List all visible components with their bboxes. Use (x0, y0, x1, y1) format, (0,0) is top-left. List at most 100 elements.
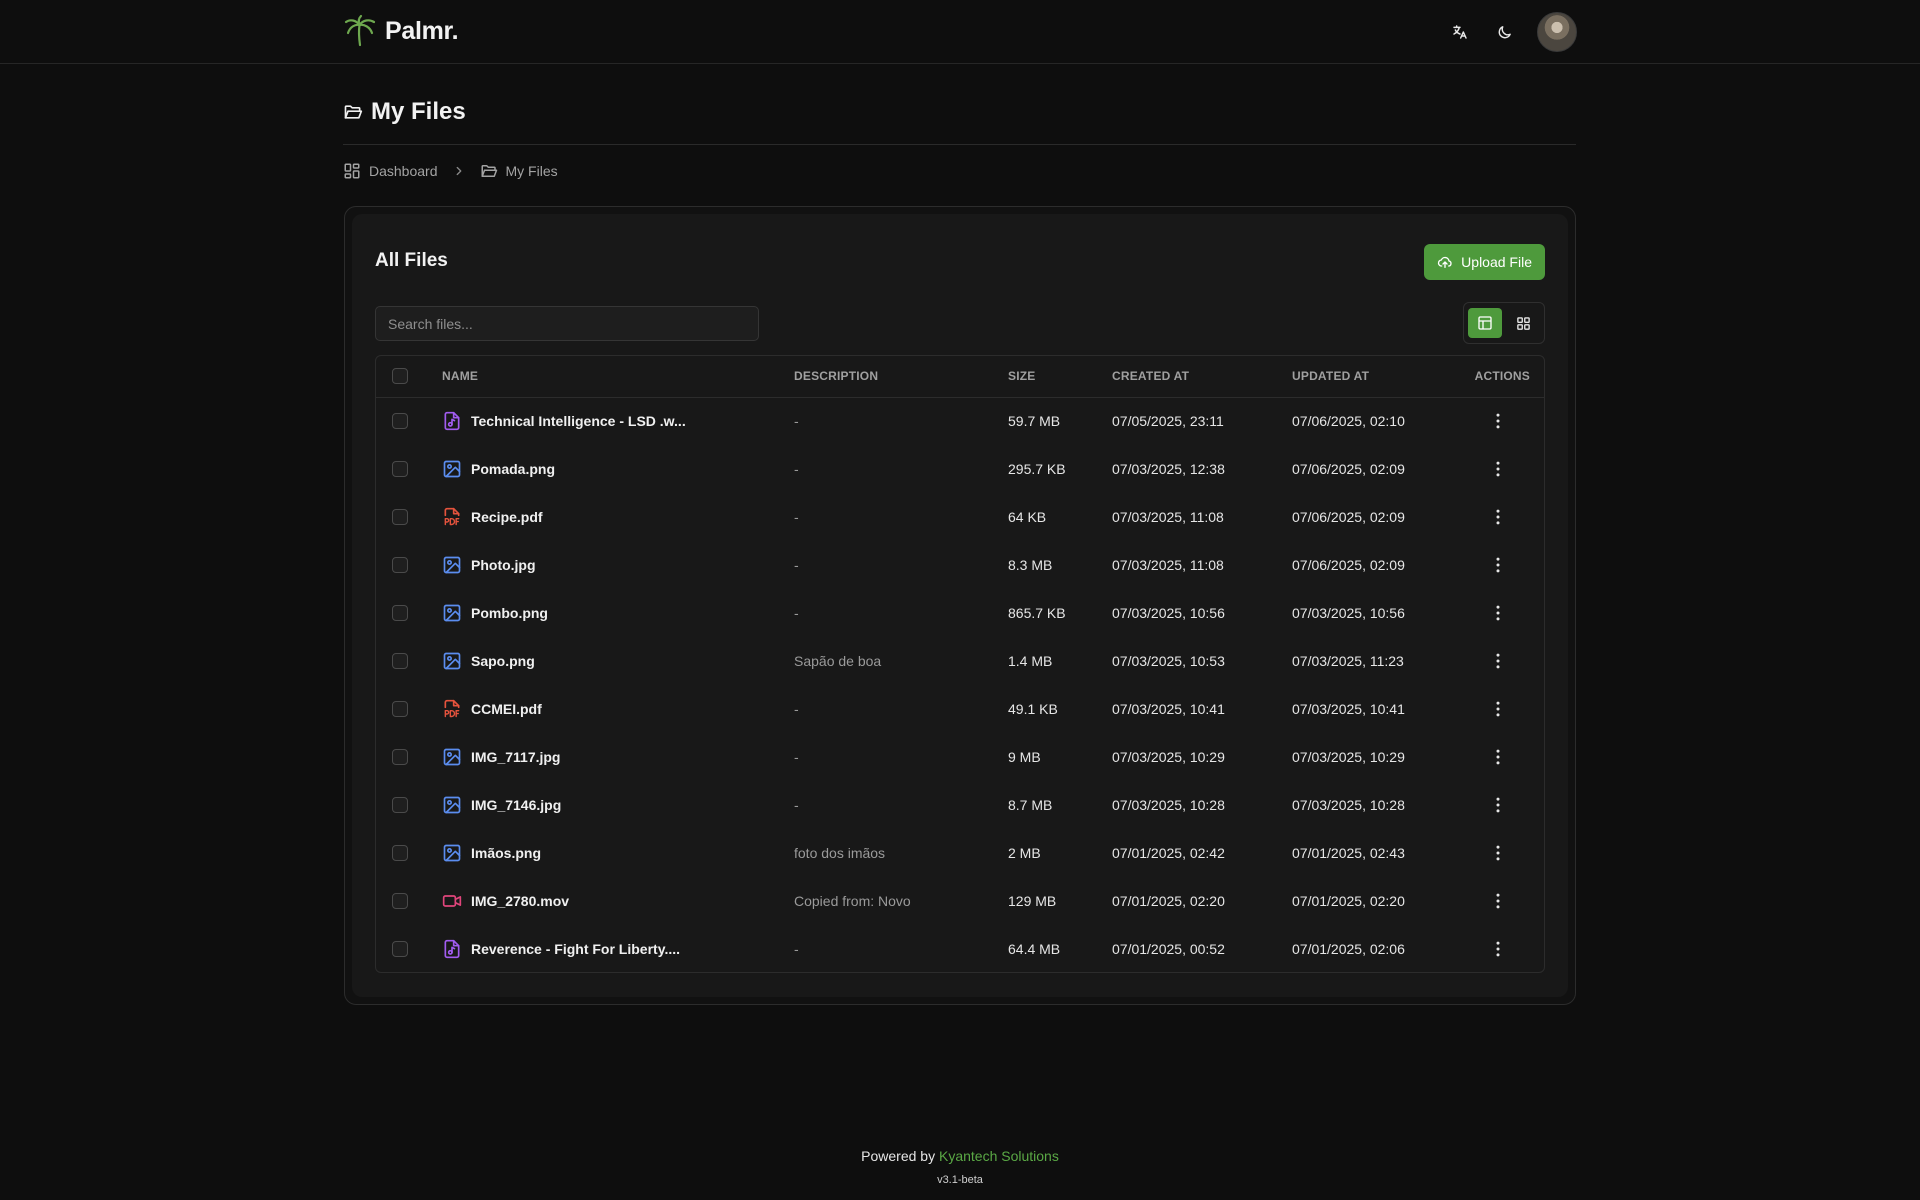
file-name: Pombo.png (471, 605, 548, 621)
more-vertical-icon[interactable] (1452, 411, 1544, 431)
more-vertical-icon[interactable] (1452, 603, 1544, 623)
column-header-size[interactable]: SIZE (1008, 356, 1112, 398)
brand[interactable]: Palmr. (343, 14, 459, 48)
table-row[interactable]: Technical Intelligence - LSD .w... - 59.… (376, 397, 1544, 445)
file-name-cell[interactable]: Recipe.pdf (442, 493, 794, 541)
company-link[interactable]: Kyantech Solutions (939, 1148, 1059, 1164)
row-actions-cell (1452, 589, 1544, 637)
table-icon (1477, 315, 1493, 331)
row-select-cell (376, 925, 442, 972)
table-view-button[interactable] (1468, 308, 1502, 338)
file-name-cell[interactable]: CCMEI.pdf (442, 685, 794, 733)
row-checkbox[interactable] (392, 701, 408, 717)
file-audio-icon (442, 411, 462, 431)
row-checkbox[interactable] (392, 893, 408, 909)
table-row[interactable]: Pombo.png - 865.7 KB 07/03/2025, 10:56 0… (376, 589, 1544, 637)
more-vertical-icon[interactable] (1452, 795, 1544, 815)
file-name: Imãos.png (471, 845, 542, 861)
table-row[interactable]: Reverence - Fight For Liberty.... - 64.4… (376, 925, 1544, 972)
row-checkbox[interactable] (392, 461, 408, 477)
table-row[interactable]: Recipe.pdf - 64 KB 07/03/2025, 11:08 07/… (376, 493, 1544, 541)
header-actions (1449, 12, 1577, 52)
row-checkbox[interactable] (392, 605, 408, 621)
more-vertical-icon[interactable] (1452, 939, 1544, 959)
file-updated-at: 07/01/2025, 02:20 (1292, 893, 1405, 909)
brand-name: Palmr. (385, 16, 459, 45)
column-header-name[interactable]: NAME (442, 356, 794, 398)
file-name-cell[interactable]: Technical Intelligence - LSD .w... (442, 397, 794, 445)
column-header-updated[interactable]: UPDATED AT (1292, 356, 1452, 398)
select-all-checkbox[interactable] (392, 368, 408, 385)
file-created-at: 07/01/2025, 00:52 (1112, 941, 1225, 957)
file-updated-at: 07/06/2025, 02:10 (1292, 413, 1405, 430)
file-image-icon (442, 603, 462, 623)
moon-icon[interactable] (1493, 21, 1515, 43)
file-name-cell[interactable]: Reverence - Fight For Liberty.... (442, 925, 794, 972)
file-name-cell[interactable]: Pombo.png (442, 589, 794, 637)
table-row[interactable]: Pomada.png - 295.7 KB 07/03/2025, 12:38 … (376, 445, 1544, 493)
table-row[interactable]: Sapo.png Sapão de boa 1.4 MB 07/03/2025,… (376, 637, 1544, 685)
page-title: My Files (343, 98, 466, 126)
translate-icon[interactable] (1449, 21, 1471, 43)
file-name-cell[interactable]: Sapo.png (442, 637, 794, 685)
file-name: Pomada.png (471, 461, 556, 477)
avatar[interactable] (1537, 12, 1577, 52)
file-image-icon (442, 843, 462, 863)
folder-open-icon (480, 162, 498, 180)
row-select-cell (376, 829, 442, 877)
file-pdf-icon (442, 699, 462, 719)
more-vertical-icon[interactable] (1452, 507, 1544, 527)
file-name-cell[interactable]: Photo.jpg (442, 541, 794, 589)
column-header-created[interactable]: CREATED AT (1112, 356, 1292, 398)
files-card: All Files Upload File Search files... NA… (344, 206, 1576, 1005)
row-checkbox[interactable] (392, 557, 408, 573)
file-created-at: 07/03/2025, 11:08 (1112, 509, 1224, 525)
more-vertical-icon[interactable] (1452, 747, 1544, 767)
search-input[interactable] (375, 306, 759, 341)
row-checkbox[interactable] (392, 797, 408, 813)
more-vertical-icon[interactable] (1452, 891, 1544, 911)
row-checkbox[interactable] (392, 845, 408, 861)
breadcrumb-dashboard[interactable]: Dashboard (343, 162, 438, 180)
file-name-cell[interactable]: IMG_7117.jpg (442, 733, 794, 781)
row-checkbox[interactable] (392, 749, 408, 765)
more-vertical-icon[interactable] (1452, 651, 1544, 671)
row-actions-cell (1452, 877, 1544, 925)
file-name-cell[interactable]: Imãos.png (442, 829, 794, 877)
upload-file-button[interactable]: Upload File (1424, 244, 1545, 280)
file-name: Technical Intelligence - LSD .w... (471, 413, 686, 430)
file-description: foto dos imãos (794, 845, 886, 861)
file-name-cell[interactable]: IMG_2780.mov (442, 877, 794, 925)
file-name-cell[interactable]: IMG_7146.jpg (442, 781, 794, 829)
more-vertical-icon[interactable] (1452, 699, 1544, 719)
version-label: v3.1-beta (937, 1174, 983, 1186)
table-row[interactable]: IMG_7117.jpg - 9 MB 07/03/2025, 10:29 07… (376, 733, 1544, 781)
file-size: 59.7 MB (1008, 413, 1061, 430)
palm-logo-icon (343, 14, 377, 48)
file-name-cell[interactable]: Pomada.png (442, 445, 794, 493)
file-description: - (794, 941, 799, 957)
table-row[interactable]: CCMEI.pdf - 49.1 KB 07/03/2025, 10:41 07… (376, 685, 1544, 733)
table-header-row: NAME DESCRIPTION SIZE CREATED AT UPDATED… (376, 356, 1544, 398)
file-updated-at: 07/06/2025, 02:09 (1292, 557, 1405, 573)
row-checkbox[interactable] (392, 653, 408, 669)
column-header-description[interactable]: DESCRIPTION (794, 356, 1008, 398)
more-vertical-icon[interactable] (1452, 843, 1544, 863)
file-size: 1.4 MB (1008, 653, 1053, 669)
file-description: - (794, 557, 799, 573)
file-created-at: 07/03/2025, 11:08 (1112, 557, 1224, 573)
table-row[interactable]: Photo.jpg - 8.3 MB 07/03/2025, 11:08 07/… (376, 541, 1544, 589)
table-row[interactable]: IMG_2780.mov Copied from: Novo 129 MB 07… (376, 877, 1544, 925)
row-checkbox[interactable] (392, 413, 408, 430)
table-row[interactable]: IMG_7146.jpg - 8.7 MB 07/03/2025, 10:28 … (376, 781, 1544, 829)
file-size: 865.7 KB (1008, 605, 1066, 621)
table-row[interactable]: Imãos.png foto dos imãos 2 MB 07/01/2025… (376, 829, 1544, 877)
row-actions-cell (1452, 445, 1544, 493)
file-video-icon (442, 891, 462, 911)
more-vertical-icon[interactable] (1452, 555, 1544, 575)
row-checkbox[interactable] (392, 509, 408, 525)
file-name: IMG_7146.jpg (471, 797, 562, 813)
row-checkbox[interactable] (392, 941, 408, 957)
more-vertical-icon[interactable] (1452, 459, 1544, 479)
grid-view-button[interactable] (1506, 308, 1540, 338)
